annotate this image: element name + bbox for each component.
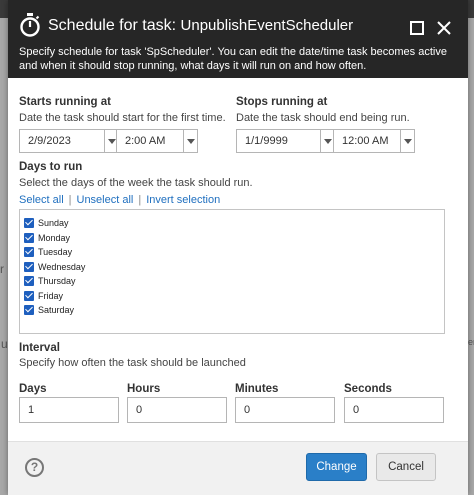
maximize-icon[interactable]	[409, 20, 425, 36]
checkbox-checked-icon[interactable]	[24, 305, 34, 315]
stop-time-dropdown[interactable]	[401, 129, 415, 153]
stop-time-input[interactable]: 12:00 AM	[333, 129, 401, 153]
day-label: Wednesday	[38, 262, 86, 272]
close-icon[interactable]	[436, 20, 452, 36]
interval-label: Interval	[19, 342, 60, 354]
start-date-input[interactable]: 2/9/2023	[19, 129, 105, 153]
dialog-header: Schedule for task: UnpublishEventSchedul…	[8, 0, 468, 78]
start-time-input[interactable]: 2:00 AM	[116, 129, 184, 153]
days-checkbox-list: Sunday Monday Tuesday Wednesday Thursday…	[19, 209, 445, 334]
unselect-all-link[interactable]: Unselect all	[77, 194, 134, 206]
cancel-button[interactable]: Cancel	[376, 453, 436, 481]
link-separator: |	[138, 194, 142, 206]
select-all-link[interactable]: Select all	[19, 194, 64, 206]
day-checkbox-wednesday[interactable]: Wednesday	[24, 260, 85, 274]
hours-input[interactable]: 0	[127, 397, 227, 423]
minutes-field-label: Minutes	[235, 383, 279, 395]
day-label: Sunday	[38, 218, 69, 228]
checkbox-checked-icon[interactable]	[24, 262, 34, 272]
stops-label: Stops running at	[236, 96, 328, 108]
day-checkbox-tuesday[interactable]: Tuesday	[24, 245, 72, 259]
checkbox-checked-icon[interactable]	[24, 276, 34, 286]
days-label: Days to run	[19, 161, 83, 173]
checkbox-checked-icon[interactable]	[24, 218, 34, 228]
invert-selection-link[interactable]: Invert selection	[146, 194, 220, 206]
title-prefix: Schedule for task:	[48, 17, 177, 34]
stop-date-input[interactable]: 1/1/9999	[236, 129, 321, 153]
start-time-dropdown[interactable]	[184, 129, 198, 153]
schedule-dialog: Schedule for task: UnpublishEventSchedul…	[8, 0, 468, 495]
checkbox-checked-icon[interactable]	[24, 291, 34, 301]
dialog-title: Schedule for task: UnpublishEventSchedul…	[48, 17, 353, 35]
day-checkbox-saturday[interactable]: Saturday	[24, 303, 74, 317]
starts-label: Starts running at	[19, 96, 112, 108]
day-checkbox-sunday[interactable]: Sunday	[24, 216, 69, 230]
day-selection-links: Select all | Unselect all | Invert selection	[19, 194, 220, 206]
backdrop-right-edge	[468, 18, 474, 495]
starts-hint: Date the task should start for the first…	[19, 112, 226, 124]
change-button[interactable]: Change	[306, 453, 367, 481]
day-checkbox-friday[interactable]: Friday	[24, 289, 63, 303]
day-label: Saturday	[38, 305, 75, 315]
days-field-label: Days	[19, 383, 47, 395]
seconds-field-label: Seconds	[344, 383, 392, 395]
stops-hint: Date the task should end being run.	[236, 112, 410, 124]
interval-hint: Specify how often the task should be lau…	[19, 357, 246, 369]
days-hint: Select the days of the week the task sho…	[19, 177, 253, 189]
day-label: Friday	[38, 291, 64, 301]
backdrop-text-fragment: u	[1, 337, 8, 351]
days-input[interactable]: 1	[19, 397, 119, 423]
task-name: UnpublishEventScheduler	[180, 17, 354, 34]
dialog-description: Specify schedule for task 'SpScheduler'.…	[19, 46, 447, 72]
day-label: Thursday	[38, 276, 76, 286]
minutes-input[interactable]: 0	[235, 397, 335, 423]
backdrop-text-fragment: r	[0, 262, 4, 276]
help-icon[interactable]: ?	[25, 458, 44, 477]
backdrop-left-edge	[0, 18, 8, 495]
stopwatch-icon	[20, 13, 40, 37]
link-separator: |	[68, 194, 72, 206]
seconds-input[interactable]: 0	[344, 397, 444, 423]
day-label: Tuesday	[38, 247, 73, 257]
day-checkbox-thursday[interactable]: Thursday	[24, 274, 76, 288]
day-checkbox-monday[interactable]: Monday	[24, 231, 70, 245]
hours-field-label: Hours	[127, 383, 161, 395]
day-label: Monday	[38, 233, 71, 243]
checkbox-checked-icon[interactable]	[24, 247, 34, 257]
checkbox-checked-icon[interactable]	[24, 233, 34, 243]
